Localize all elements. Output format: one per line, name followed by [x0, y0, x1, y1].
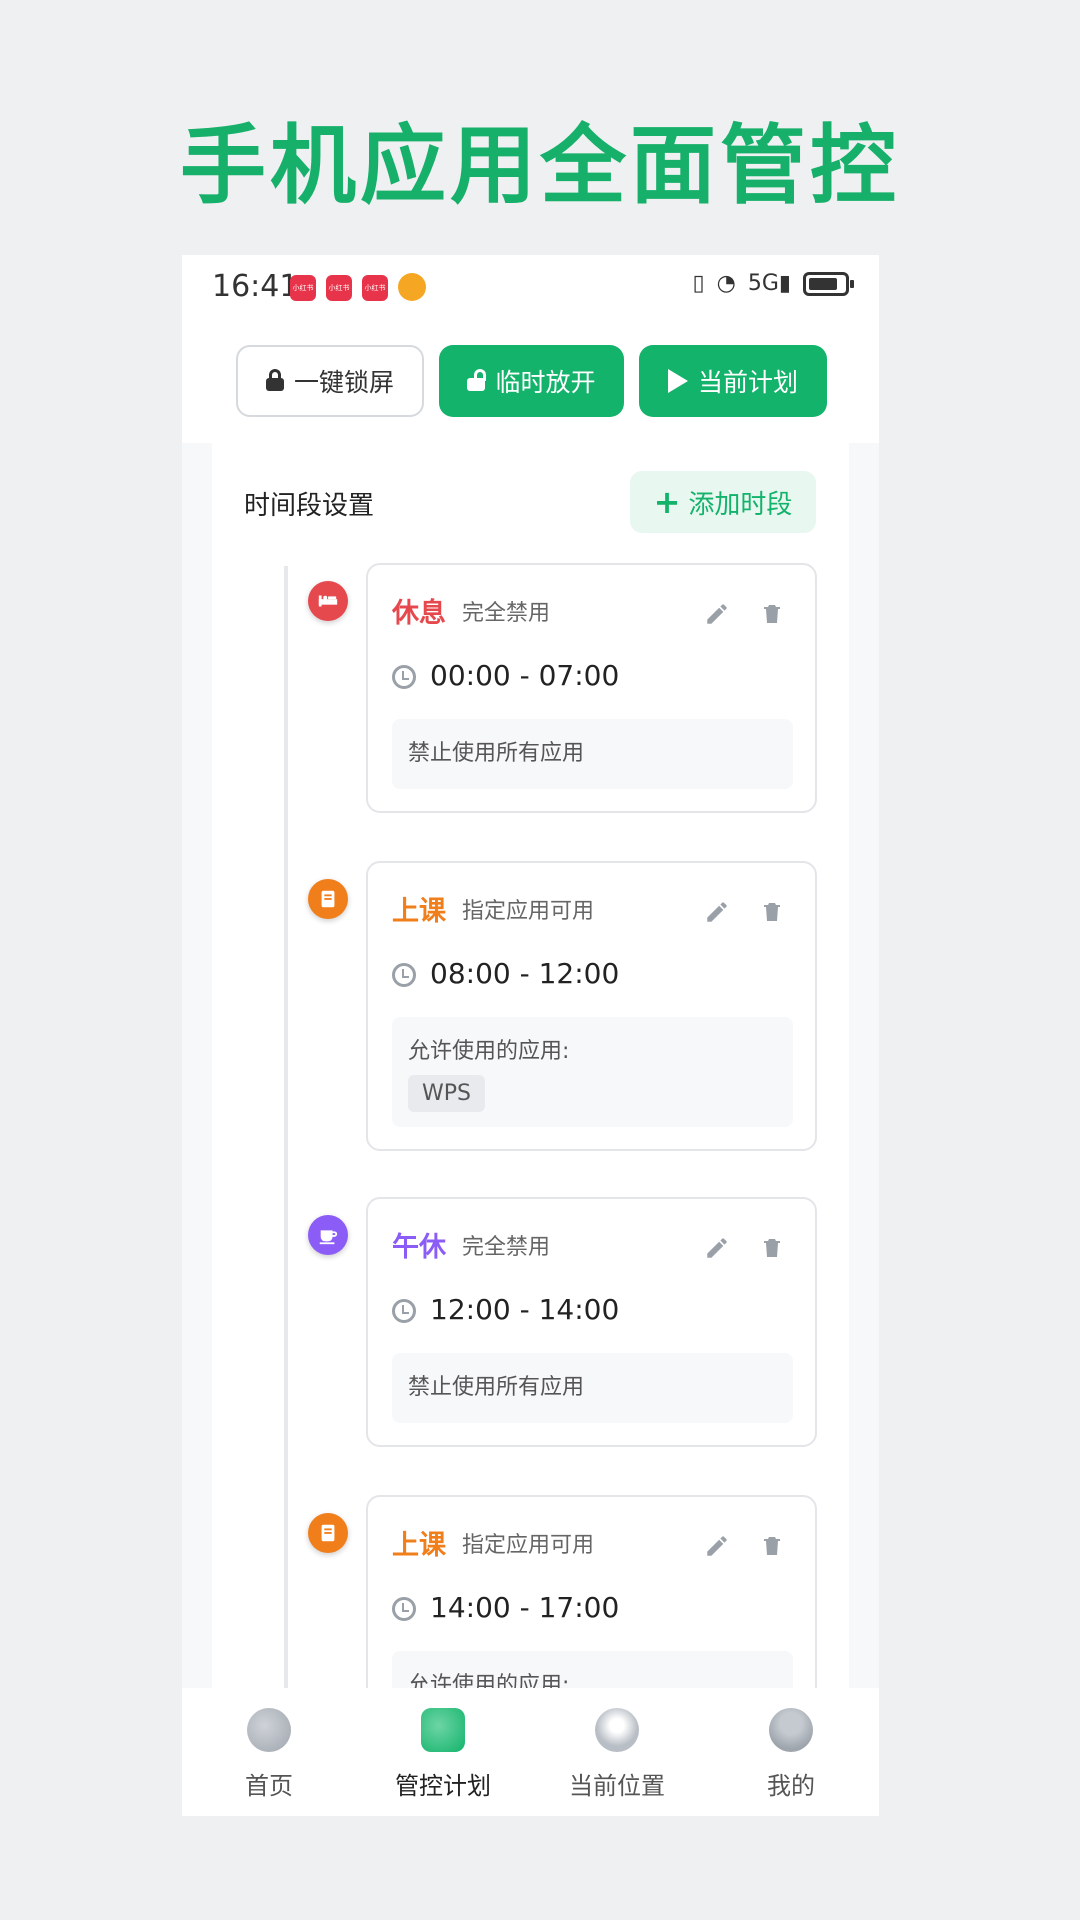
nav-item-plan[interactable]: 管控计划	[356, 1688, 530, 1816]
plus-icon: +	[653, 483, 681, 521]
add-time-slot-button[interactable]: + 添加时段	[630, 471, 816, 533]
app-notification-icon	[398, 273, 426, 301]
book-icon	[308, 879, 348, 919]
xiaohongshu-notification-icon: 小红书	[362, 275, 388, 301]
time-slot-card[interactable]: 休息 完全禁用 00:00 - 07:00 禁止使用所有应用	[366, 563, 817, 813]
edit-icon[interactable]	[704, 899, 730, 925]
slot-mode: 完全禁用	[462, 601, 551, 626]
slot-mode: 指定应用可用	[462, 1533, 595, 1558]
nav-item-profile[interactable]: 我的	[704, 1688, 878, 1816]
slot-time-range: 08:00 - 12:00	[430, 957, 620, 990]
slot-name: 休息	[392, 598, 446, 629]
time-slot-card[interactable]: 上课 指定应用可用 08:00 - 12:00 允许使用的应用: WPS	[366, 861, 817, 1151]
slot-description: 禁止使用所有应用	[392, 719, 793, 789]
clock-icon	[392, 1597, 416, 1621]
clock-icon	[392, 963, 416, 987]
clock-icon	[392, 1299, 416, 1323]
slot-mode: 完全禁用	[462, 1235, 551, 1260]
battery-icon	[803, 271, 854, 296]
status-time: 16:41	[212, 269, 299, 304]
delete-icon[interactable]	[760, 899, 784, 925]
vibrate-icon: ▯	[692, 271, 705, 296]
slot-time-range: 14:00 - 17:00	[430, 1591, 620, 1624]
bottom-navigation: 首页 管控计划 当前位置 我的	[182, 1688, 879, 1816]
home-icon	[247, 1708, 291, 1752]
phone-screen: 16:41 小红书 小红书 小红书 ▯ ◔ 5G▮ 一键锁屏 临时放开 当前计划…	[182, 255, 879, 1816]
slot-mode: 指定应用可用	[462, 899, 595, 924]
play-icon	[667, 369, 688, 393]
plan-icon	[421, 1708, 465, 1752]
allowed-app-tag: WPS	[408, 1075, 485, 1112]
signal-icon: 5G▮	[747, 271, 791, 296]
temporary-unlock-button[interactable]: 临时放开	[439, 345, 624, 417]
lock-icon	[265, 369, 284, 391]
clock-icon	[392, 665, 416, 689]
wifi-icon: ◔	[716, 271, 736, 296]
nav-item-home[interactable]: 首页	[182, 1688, 356, 1816]
lock-screen-button[interactable]: 一键锁屏	[236, 345, 424, 417]
delete-icon[interactable]	[760, 601, 784, 627]
slot-description: 允许使用的应用: WPS	[392, 1017, 793, 1127]
edit-icon[interactable]	[704, 1235, 730, 1261]
xiaohongshu-notification-icon: 小红书	[326, 275, 352, 301]
delete-icon[interactable]	[760, 1235, 784, 1261]
bed-icon	[308, 581, 348, 621]
slot-description: 禁止使用所有应用	[392, 1353, 793, 1423]
slot-time-range: 00:00 - 07:00	[430, 659, 620, 692]
nav-item-location[interactable]: 当前位置	[530, 1688, 704, 1816]
timeline-line	[284, 566, 288, 1816]
slot-name: 午休	[392, 1232, 446, 1263]
action-toolbar: 一键锁屏 临时放开 当前计划	[182, 323, 879, 443]
location-icon	[595, 1708, 639, 1752]
delete-icon[interactable]	[760, 1533, 784, 1559]
status-icons: ▯ ◔ 5G▮	[692, 271, 854, 296]
time-slot-card[interactable]: 午休 完全禁用 12:00 - 14:00 禁止使用所有应用	[366, 1197, 817, 1447]
slot-name: 上课	[392, 896, 446, 927]
slot-name: 上课	[392, 1530, 446, 1561]
unlock-icon	[467, 369, 487, 391]
book-icon	[308, 1513, 348, 1553]
edit-icon[interactable]	[704, 601, 730, 627]
xiaohongshu-notification-icon: 小红书	[290, 275, 316, 301]
user-icon	[769, 1708, 813, 1752]
status-bar: 16:41 小红书 小红书 小红书 ▯ ◔ 5G▮	[182, 255, 879, 323]
promo-headline: 手机应用全面管控	[180, 116, 900, 216]
edit-icon[interactable]	[704, 1533, 730, 1559]
current-plan-button[interactable]: 当前计划	[639, 345, 827, 417]
time-slot-panel: 时间段设置 + 添加时段 休息 完全禁用 00:00 - 07:00 禁止使用所…	[212, 443, 849, 1816]
panel-title: 时间段设置	[244, 491, 375, 521]
coffee-icon	[308, 1215, 348, 1255]
slot-time-range: 12:00 - 14:00	[430, 1293, 620, 1326]
